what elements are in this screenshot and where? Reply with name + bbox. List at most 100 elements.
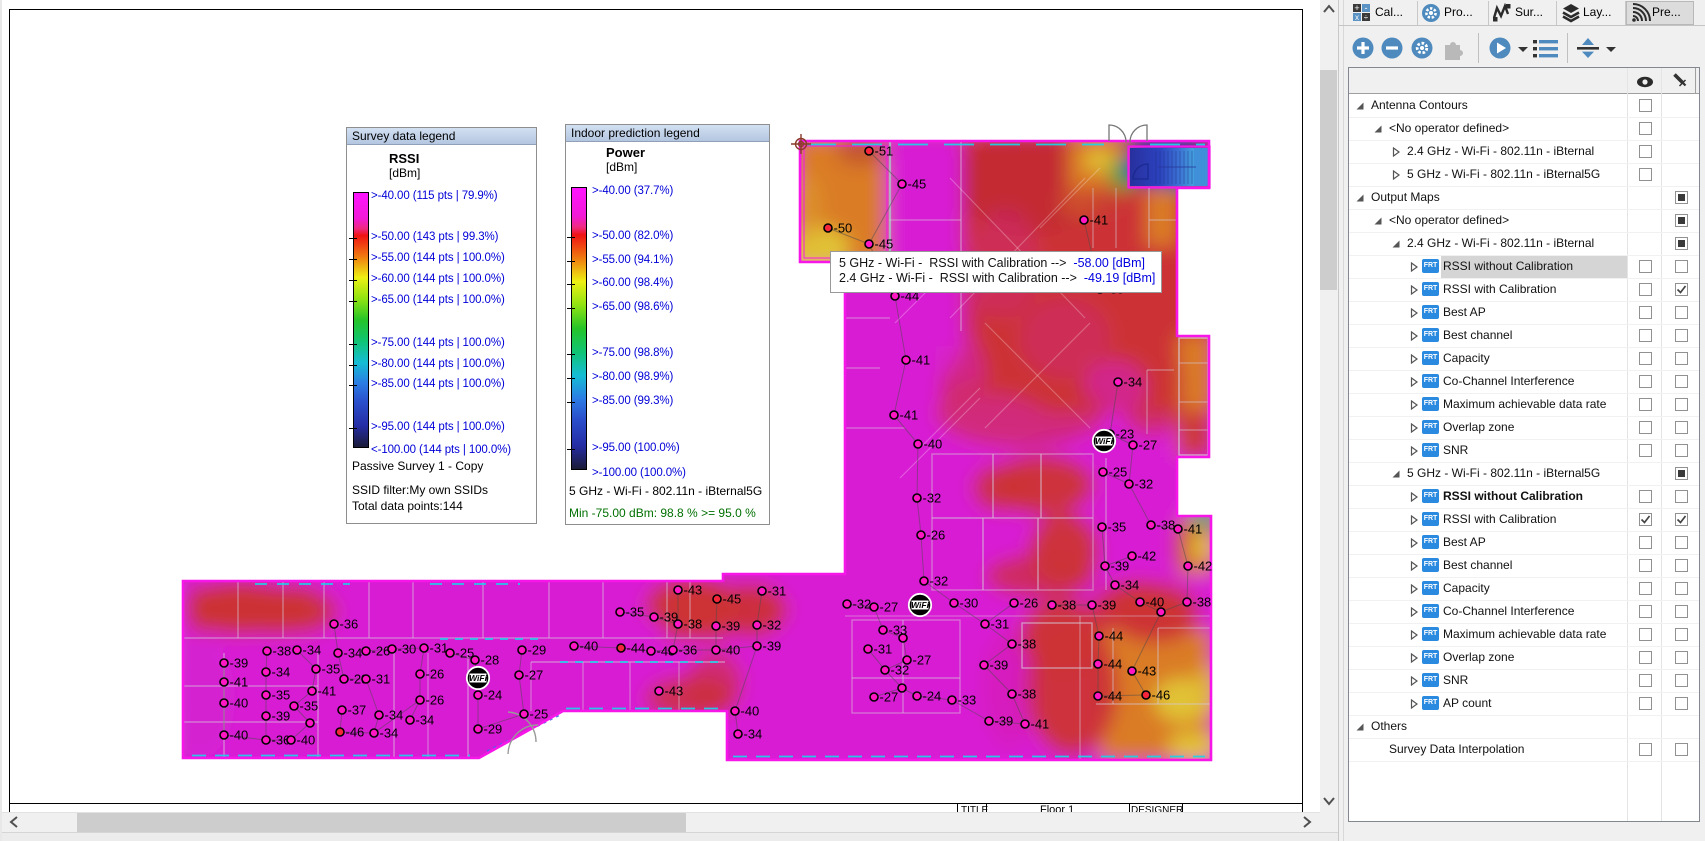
svg-text:-27: -27 [880,690,899,705]
svg-text:WiFi: WiFi [469,673,488,683]
svg-text:-45: -45 [908,177,927,192]
svg-text:-45: -45 [875,237,894,252]
svg-text:-50: -50 [834,221,853,236]
svg-text:-34: -34 [344,646,363,661]
svg-text:-32: -32 [853,597,872,612]
svg-text:-40: -40 [230,696,249,711]
svg-text:-51: -51 [875,144,894,159]
svg-text:-41: -41 [230,675,249,690]
svg-text:-40: -40 [230,728,249,743]
svg-text:-27: -27 [525,668,544,683]
svg-text:-44: -44 [1104,689,1123,704]
svg-text:-34: -34 [416,713,435,728]
svg-text:-26: -26 [927,528,946,543]
svg-text:-34: -34 [385,708,404,723]
svg-text:-30: -30 [960,596,979,611]
svg-text:-24: -24 [484,688,503,703]
svg-text:-36: -36 [679,643,698,658]
svg-text:-38: -38 [1018,637,1037,652]
svg-text:-32: -32 [923,491,942,506]
svg-text:-44: -44 [1105,629,1124,644]
svg-text:-37: -37 [348,703,367,718]
svg-text:-39: -39 [230,656,249,671]
svg-text:-46: -46 [1152,688,1171,703]
svg-text:-: - [1365,3,1368,13]
svg-text:-39: -39 [763,639,782,654]
svg-text:-30: -30 [398,642,417,657]
svg-text:-26: -26 [372,644,391,659]
svg-text:-34: -34 [1124,375,1143,390]
svg-text:-40: -40 [924,437,943,452]
svg-text:-39: -39 [272,709,291,724]
svg-text:-43: -43 [1138,664,1157,679]
svg-text:-41: -41 [1031,717,1050,732]
svg-text:-45: -45 [723,592,742,607]
svg-text:-39: -39 [995,714,1014,729]
svg-text:-27: -27 [913,653,932,668]
svg-text:-31: -31 [768,584,787,599]
svg-text:-44: -44 [627,641,646,656]
svg-text:-38: -38 [1193,595,1212,610]
svg-text:-34: -34 [1121,578,1140,593]
svg-text:-40: -40 [722,643,741,658]
svg-text:-31: -31 [372,672,391,687]
svg-text:-35: -35 [322,662,341,677]
svg-text:÷: ÷ [1364,13,1369,22]
svg-text:WiFi: WiFi [911,600,930,610]
svg-text:WiFi: WiFi [1095,436,1114,446]
svg-text:-35: -35 [272,688,291,703]
svg-text:-32: -32 [1135,477,1154,492]
svg-text:-26: -26 [1020,596,1039,611]
svg-text:-42: -42 [1138,549,1157,564]
svg-text:-44: -44 [1104,657,1123,672]
svg-text:-27: -27 [1139,438,1158,453]
svg-text:-34: -34 [303,643,322,658]
svg-text:-39: -39 [1111,559,1130,574]
svg-text:-26: -26 [426,667,445,682]
svg-text:-24: -24 [923,689,942,704]
svg-text:-39: -39 [722,619,741,634]
svg-text:+: + [1354,3,1359,13]
svg-text:-25: -25 [530,707,549,722]
svg-text:-40: -40 [580,639,599,654]
svg-text:-39: -39 [1098,598,1117,613]
svg-text:-38: -38 [273,644,292,659]
svg-text:-34: -34 [380,726,399,741]
svg-text:-34: -34 [272,665,291,680]
svg-text:-28: -28 [481,653,500,668]
svg-text:-32: -32 [891,663,910,678]
svg-text:-41: -41 [912,353,931,368]
svg-text:-36: -36 [340,617,359,632]
svg-text:-40: -40 [297,733,316,748]
svg-text:-43: -43 [684,583,703,598]
svg-text:-31: -31 [991,617,1010,632]
svg-text:-38: -38 [1018,687,1037,702]
svg-text:-41: -41 [1184,522,1203,537]
svg-text:-26: -26 [426,693,445,708]
svg-text:-38: -38 [1157,518,1176,533]
svg-text:-38: -38 [1058,598,1077,613]
svg-text:-23: -23 [1116,427,1135,442]
svg-text:-29: -29 [484,722,503,737]
svg-text:-38: -38 [684,617,703,632]
svg-text:-35: -35 [300,699,319,714]
svg-text:x: x [1355,13,1359,22]
svg-text:-33: -33 [958,693,977,708]
svg-text:-34: -34 [744,727,763,742]
svg-text:-41: -41 [1090,213,1109,228]
svg-text:-32: -32 [930,574,949,589]
svg-text:-40: -40 [741,704,760,719]
svg-text:-41: -41 [318,684,337,699]
svg-text:-35: -35 [1108,520,1127,535]
svg-text:-43: -43 [665,684,684,699]
svg-text:-35: -35 [626,605,645,620]
svg-text:-31: -31 [874,642,893,657]
svg-text:-39: -39 [990,658,1009,673]
svg-text:-32: -32 [763,618,782,633]
svg-text:-42: -42 [1194,559,1213,574]
svg-text:-46: -46 [346,725,365,740]
svg-text:-25: -25 [1109,465,1128,480]
svg-text:-41: -41 [900,408,919,423]
svg-text:-27: -27 [880,600,899,615]
svg-text:-29: -29 [528,643,547,658]
